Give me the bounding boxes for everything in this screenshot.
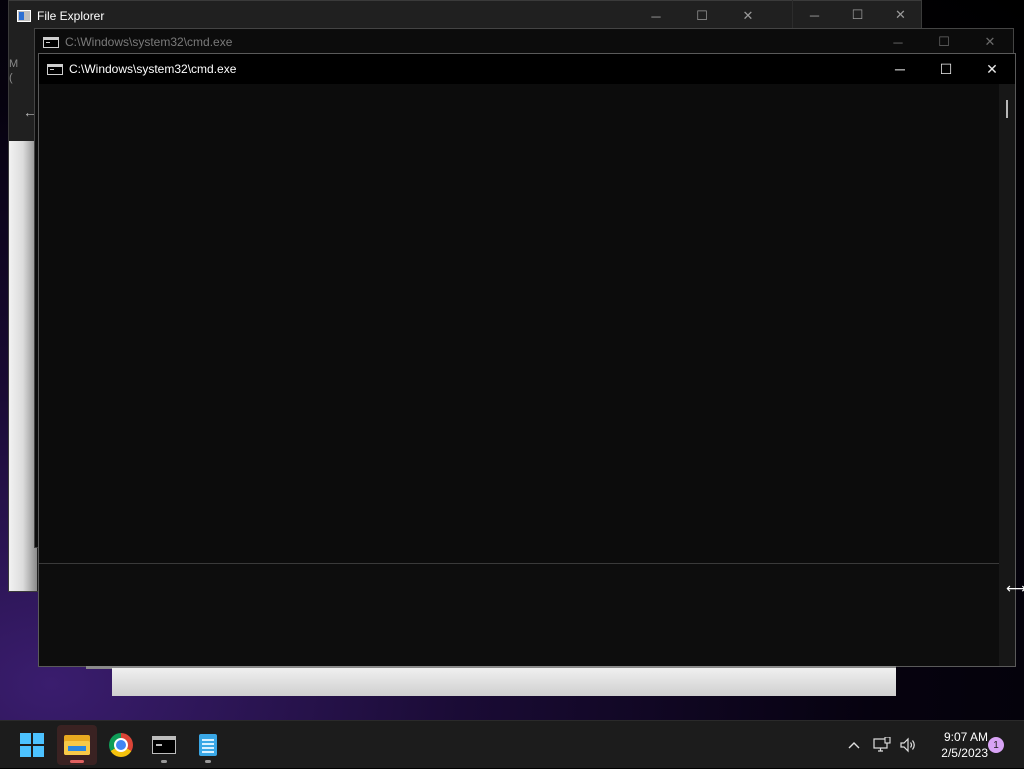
maximize-icon: ☐ [851,7,864,22]
cmd-front-titlebar[interactable]: C:\Windows\system32\cmd.exe ─ ☐ ✕ [39,54,1015,84]
explorer-partial-letter: ( [9,72,13,84]
console-output-area[interactable] [39,84,999,564]
close-icon: ✕ [984,34,996,49]
scrollbar-thumb[interactable] [1006,100,1008,118]
explorer-title: File Explorer [37,9,105,23]
cmd-front-minimize-button[interactable]: ─ [877,54,923,84]
taskbar-notepad[interactable] [188,725,228,765]
chrome-icon [109,733,133,757]
cmd-front-close-button[interactable]: ✕ [969,54,1015,84]
taskbar-command-prompt[interactable] [144,725,184,765]
chevron-up-icon [848,742,860,749]
vertical-scrollbar[interactable] [999,84,1015,666]
cmd-app-icon [47,63,63,75]
cmd-back-close-button[interactable]: ✕ [967,29,1013,55]
running-indicator [70,760,84,763]
start-button[interactable] [12,725,52,765]
close-icon: ✕ [895,7,906,22]
close-icon: ✕ [986,60,998,77]
explorer-close-button[interactable]: ✕ [725,1,771,31]
file-explorer-app-icon [17,10,31,22]
windows-logo-icon [20,733,44,757]
secondary-minimize-button[interactable]: ─ [793,0,836,30]
explorer-partial-letter: M [9,58,19,70]
taskbar: 9:07 AM 2/5/2023 1 [0,720,1024,768]
explorer-sidebar-edge [9,141,37,591]
cmd-front-maximize-button[interactable]: ☐ [923,54,969,84]
taskbar-chrome[interactable] [101,725,141,765]
taskbar-clock[interactable]: 9:07 AM 2/5/2023 [924,729,988,761]
minimize-icon: ─ [895,61,905,77]
minimize-icon: ─ [809,7,820,23]
secondary-window-controls: ─ ☐ ✕ [792,0,923,30]
cmd-app-icon [43,36,59,48]
cmd-back-title: C:\Windows\system32\cmd.exe [65,35,233,49]
clock-date: 2/5/2023 [941,746,988,760]
maximize-icon: ☐ [938,34,950,49]
clock-time: 9:07 AM [943,730,988,744]
volume-icon [900,737,915,753]
secondary-close-button[interactable]: ✕ [879,0,922,30]
secondary-maximize-button[interactable]: ☐ [836,0,879,30]
cmd-back-maximize-button[interactable]: ☐ [921,29,967,55]
maximize-icon: ☐ [939,60,953,77]
taskbar-file-explorer[interactable] [57,725,97,765]
terminal-icon [152,736,176,754]
explorer-minimize-button[interactable]: ─ [633,1,679,31]
running-indicator [205,760,211,763]
folder-icon [64,735,90,755]
explorer-partial-text: M ( [9,57,18,85]
minimize-icon: ─ [893,34,903,50]
network-button[interactable] [870,721,894,769]
resize-cursor-icon: ⟷ [1006,580,1024,596]
cmd-window-front[interactable]: C:\Windows\system32\cmd.exe ─ ☐ ✕ [38,53,1016,667]
minimize-icon: ─ [651,8,661,24]
cmd-front-title: C:\Windows\system32\cmd.exe [69,62,237,76]
close-icon: ✕ [742,8,754,23]
explorer-maximize-button[interactable]: ☐ [679,1,725,31]
show-hidden-icons-button[interactable] [844,721,864,769]
cmd-back-titlebar[interactable]: C:\Windows\system32\cmd.exe ─ ☐ ✕ [35,29,1013,55]
maximize-icon: ☐ [696,8,708,23]
notification-badge[interactable]: 1 [988,737,1004,753]
network-icon [873,737,891,752]
cmd-back-minimize-button[interactable]: ─ [875,29,921,55]
background-window-bottom [112,668,896,696]
explorer-titlebar[interactable]: File Explorer [9,1,921,31]
running-indicator [161,760,167,763]
notepad-icon [199,734,217,756]
volume-button[interactable] [896,721,920,769]
console-lower-area[interactable] [39,564,999,666]
